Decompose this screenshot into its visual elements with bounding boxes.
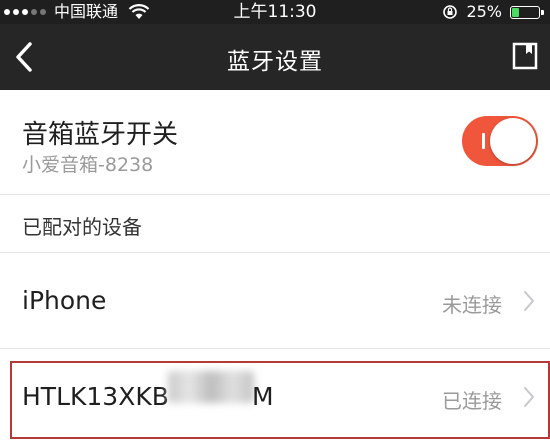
battery-fill <box>512 7 519 17</box>
speaker-bluetooth-title: 音箱蓝牙开关 <box>22 120 179 150</box>
page-title: 蓝牙设置 <box>227 49 323 75</box>
battery-icon <box>510 5 544 19</box>
rotation-lock-icon <box>443 5 458 19</box>
device-name: iPhone <box>22 286 107 315</box>
device-row-iphone[interactable]: iPhone 未连接 <box>0 253 550 349</box>
device-status: 未连接 <box>442 293 502 317</box>
bluetooth-toggle[interactable] <box>462 116 538 166</box>
status-bar-right: 25% <box>442 0 544 24</box>
toggle-knob <box>490 118 536 164</box>
battery-percent: 25% <box>466 2 502 21</box>
status-bar: 中国联通 上午11:30 25% <box>0 0 550 24</box>
toggle-on-indicator <box>482 133 485 149</box>
navigation-bar: 蓝牙设置 <box>0 24 550 90</box>
bookmark-icon[interactable] <box>512 42 538 70</box>
speaker-name: 小爱音箱-8238 <box>22 154 154 176</box>
highlight-box <box>10 361 550 439</box>
chevron-right-icon <box>524 291 534 311</box>
paired-devices-label: 已配对的设备 <box>22 215 142 239</box>
paired-devices-header: 已配对的设备 <box>0 195 550 253</box>
